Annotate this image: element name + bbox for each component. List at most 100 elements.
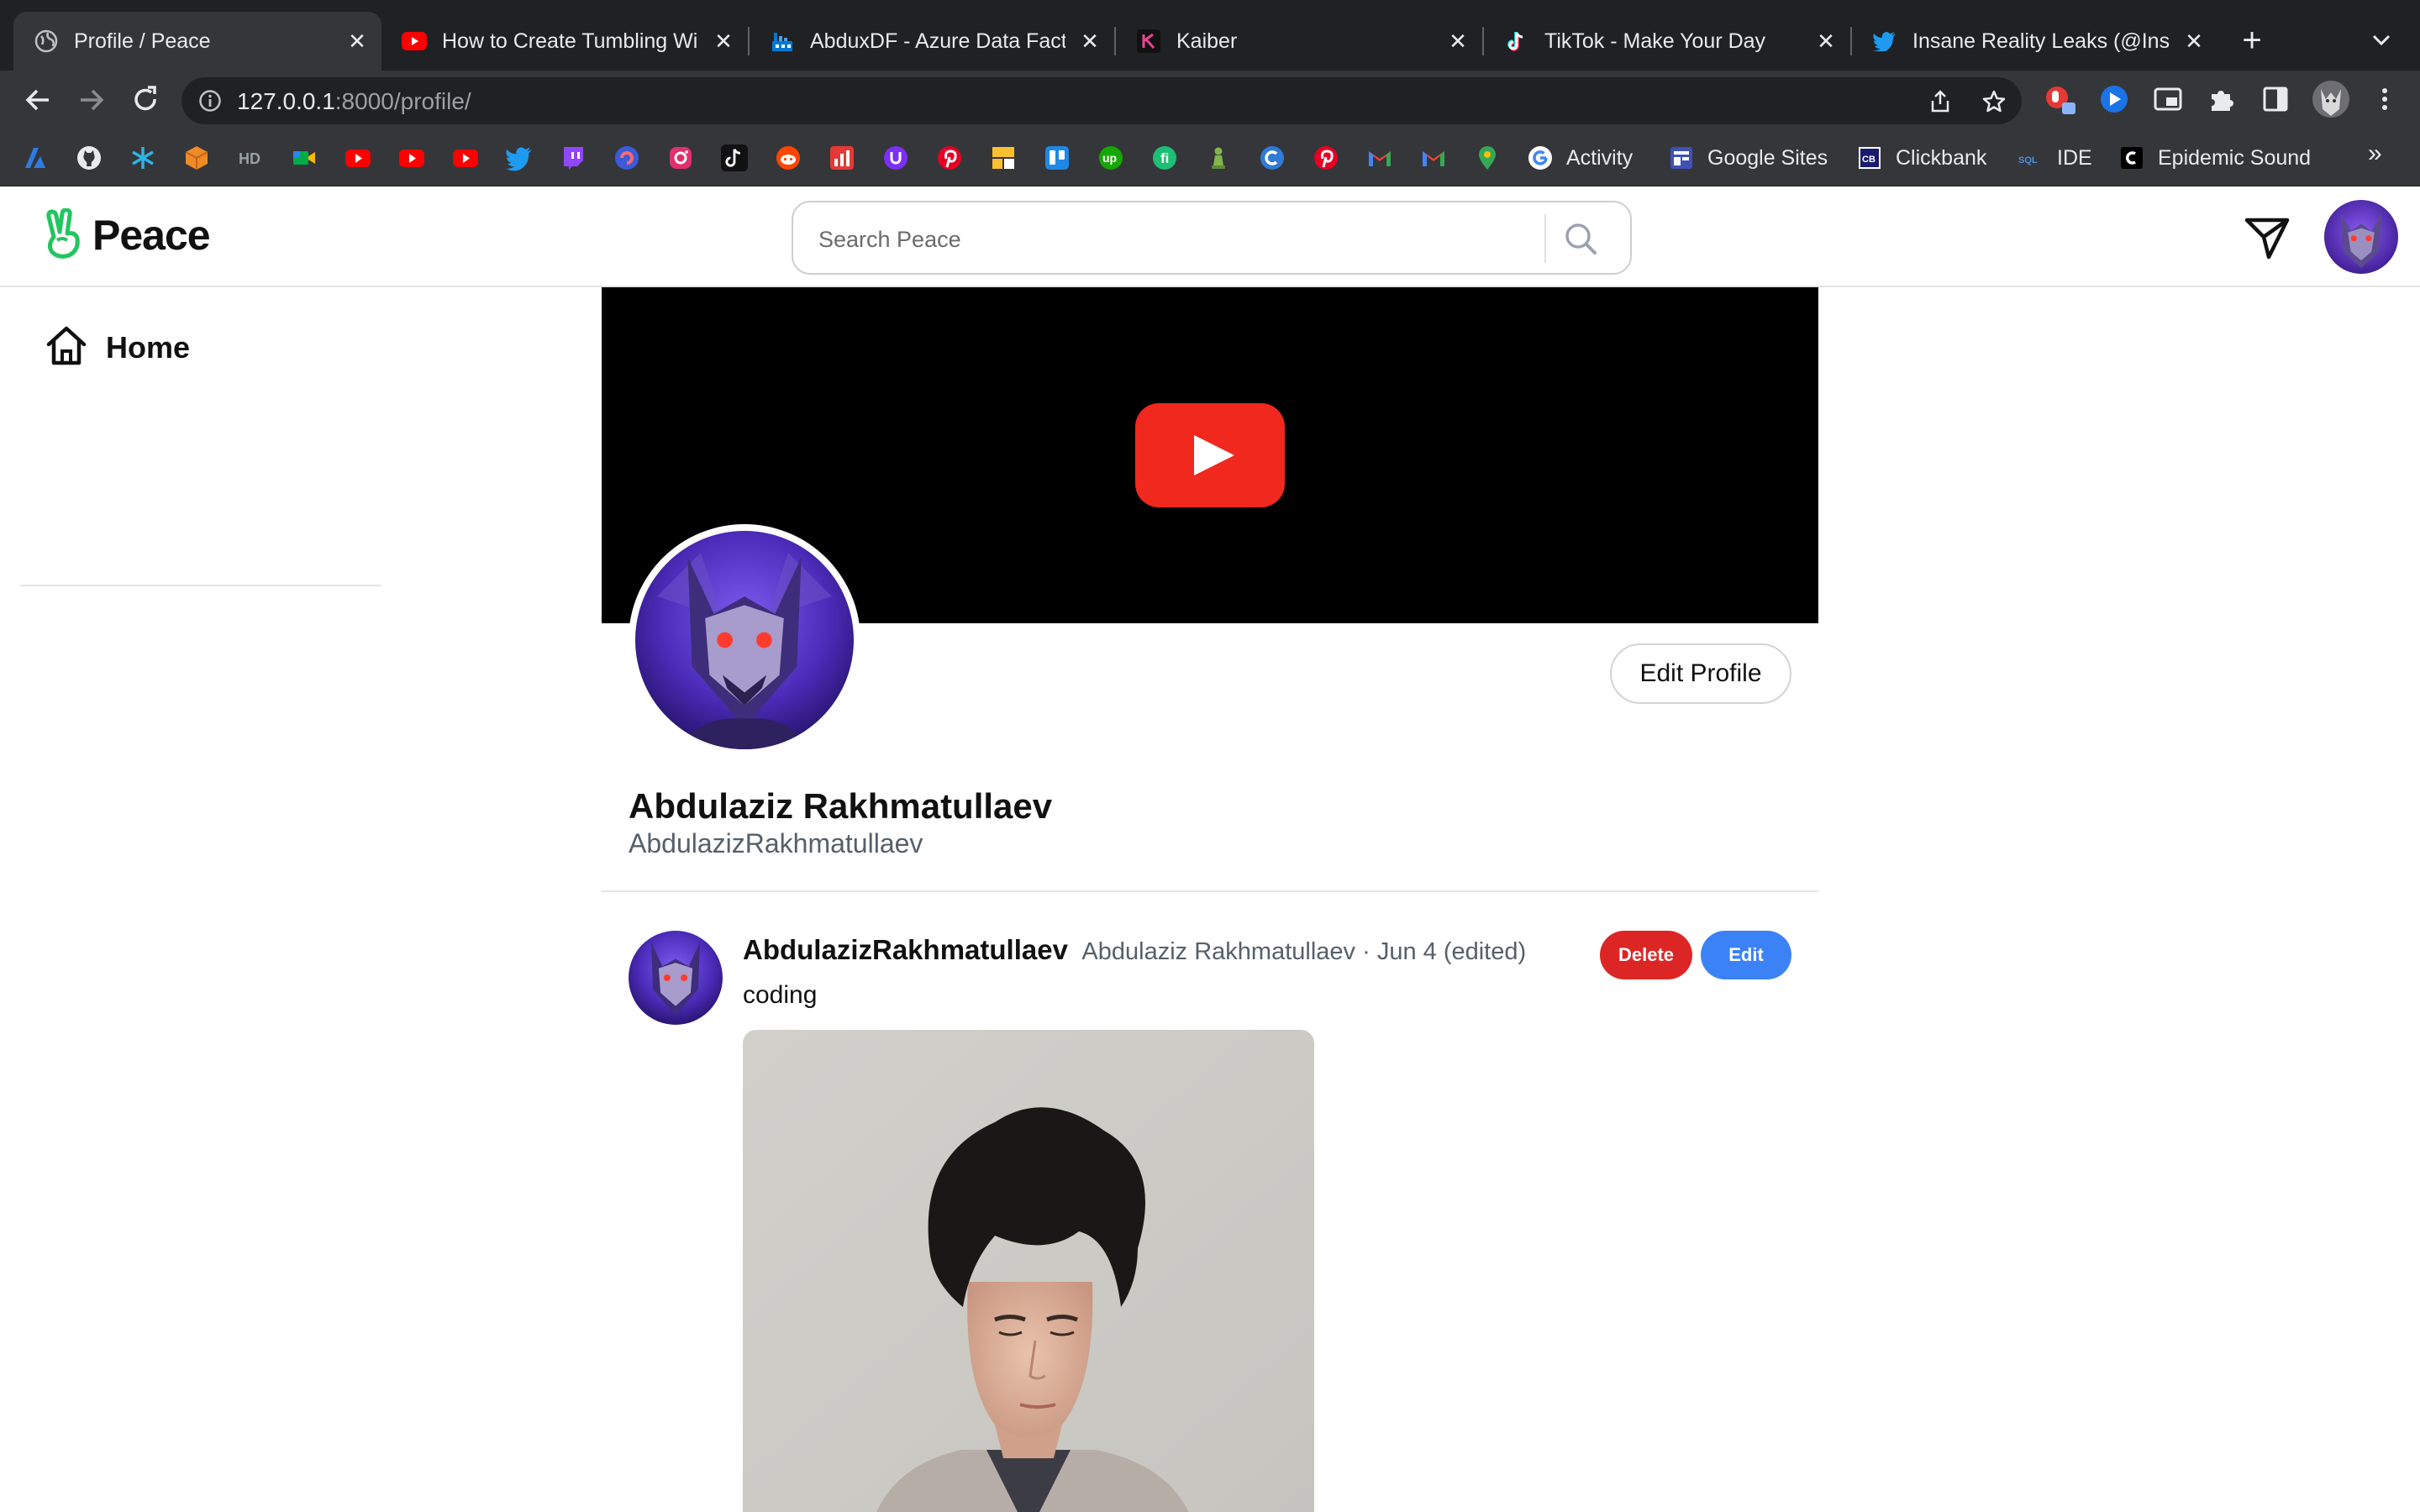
bookmark-ide[interactable]: SQL IDE (2018, 141, 2092, 175)
close-tab-icon[interactable]: ✕ (1813, 29, 1839, 54)
bookmark-twitch-icon[interactable] (560, 144, 587, 171)
search-input[interactable] (818, 223, 1474, 256)
bookmark-pinterest-icon[interactable] (936, 144, 963, 171)
bookmark-instagram-icon[interactable] (667, 144, 694, 171)
reload-icon[interactable] (128, 82, 163, 118)
svg-text:HD: HD (239, 150, 260, 167)
post-author-avatar[interactable] (629, 931, 723, 1025)
bookmark-meet-icon[interactable] (291, 144, 318, 171)
bookmark-upwork-icon[interactable]: up (1097, 144, 1124, 171)
share-icon[interactable] (1928, 89, 1953, 114)
bookmark-gmail-icon[interactable] (1420, 144, 1447, 171)
extension-record-icon[interactable] (2044, 82, 2077, 116)
youtube-play-icon[interactable] (1135, 403, 1285, 507)
bookmark-maps-icon[interactable] (1474, 144, 1501, 171)
bookmark-epidemic-sound[interactable]: Epidemic Sound (2119, 141, 2311, 175)
bookmark-tiktok-icon[interactable] (721, 144, 748, 171)
address-bar[interactable]: 127.0.0.1:8000/profile/ (182, 77, 2022, 124)
bookmark-app-icon[interactable] (613, 144, 640, 171)
browser-toolbar: 127.0.0.1:8000/profile/ (0, 71, 2420, 129)
edit-profile-button[interactable]: Edit Profile (1610, 643, 1791, 704)
profile-main: Edit Profile Abdulaziz Rakhmatullaev Abd… (602, 287, 1818, 1512)
bookmark-hd-icon[interactable]: HD (237, 144, 264, 171)
bookmark-label: Google Sites (1707, 145, 1828, 170)
bookmark-label: Activity (1566, 145, 1634, 170)
tab-title: AbduxDF - Azure Data Fact (810, 29, 1065, 53)
tab-twitter[interactable]: Insane Reality Leaks (@Insa ✕ (1852, 12, 2218, 71)
delete-post-button[interactable]: Delete (1600, 931, 1692, 979)
sidebar-divider (20, 585, 381, 586)
epidemic-sound-icon (2119, 145, 2144, 171)
tab-profile-peace[interactable]: Profile / Peace ✕ (13, 12, 381, 71)
send-message-icon[interactable] (2244, 217, 2291, 260)
close-tab-icon[interactable]: ✕ (345, 29, 370, 54)
tiktok-icon (1504, 29, 1529, 54)
bookmark-twitter-icon[interactable] (506, 144, 533, 171)
site-logo[interactable]: Peace (42, 207, 211, 260)
search-bar (792, 201, 1632, 275)
bookmark-pinterest-icon[interactable] (1313, 144, 1339, 171)
bookmark-trello-icon[interactable] (1044, 144, 1071, 171)
profile-avatar-icon[interactable] (2312, 81, 2349, 118)
google-icon (1528, 145, 1553, 171)
close-tab-icon[interactable]: ✕ (711, 29, 736, 54)
search-icon[interactable] (1560, 218, 1603, 261)
tab-azure-data-factory[interactable]: AbduxDF - Azure Data Fact ✕ (750, 12, 1114, 71)
bookmark-label: IDE (2057, 145, 2092, 170)
site-info-icon[interactable] (198, 89, 222, 113)
edit-post-button[interactable]: Edit (1701, 931, 1791, 979)
tab-tiktok[interactable]: TikTok - Make Your Day ✕ (1484, 12, 1850, 71)
close-tab-icon[interactable]: ✕ (1445, 29, 1470, 54)
user-avatar[interactable] (2324, 200, 2398, 274)
tab-title: Profile / Peace (74, 29, 211, 53)
svg-text:fi: fi (1160, 150, 1169, 166)
bookmark-snowflake-icon[interactable] (129, 144, 156, 171)
bookmark-youtube-icon[interactable] (398, 144, 425, 171)
bookmark-reddit-icon[interactable] (775, 144, 802, 171)
sidebar-item-home[interactable]: Home (45, 324, 190, 371)
bookmark-youtube-icon[interactable] (452, 144, 479, 171)
post-author-username[interactable]: AbdulazizRakhmatullaev (743, 934, 1068, 965)
bookmark-yellow-blocks-icon[interactable] (990, 144, 1017, 171)
bookmark-activity[interactable]: Activity (1528, 141, 1633, 175)
forward-arrow-icon[interactable] (74, 82, 109, 118)
bookmark-u-icon[interactable] (882, 144, 909, 171)
tab-title: How to Create Tumbling Wi (442, 29, 698, 53)
more-bookmarks-chevron[interactable]: » (2368, 139, 2382, 168)
extension-picture-icon[interactable] (2151, 82, 2185, 116)
bookmark-azure-icon[interactable] (22, 144, 49, 171)
browser-tab-strip: Profile / Peace ✕ How to Create Tumbling… (0, 0, 2420, 71)
bookmark-canva-icon[interactable] (1259, 144, 1286, 171)
site-header: Peace (0, 186, 2420, 287)
web-page: Peace Home (0, 186, 2420, 1512)
browser-menu-icon[interactable] (2368, 82, 2402, 116)
bookmark-chart-icon[interactable] (829, 144, 855, 171)
extensions-puzzle-icon[interactable] (2205, 82, 2238, 116)
new-tab-button[interactable]: + (2235, 24, 2269, 57)
bookmark-github-icon[interactable] (76, 144, 103, 171)
sidebar-item-label: Home (106, 330, 191, 365)
bookmark-chess-icon[interactable] (1205, 144, 1232, 171)
tab-youtube[interactable]: How to Create Tumbling Wi ✕ (381, 12, 748, 71)
post-meta: AbdulazizRakhmatullaev Abdulaziz Rakhmat… (743, 934, 1526, 966)
bookmark-box-icon[interactable] (183, 144, 210, 171)
tab-search-chevron-icon[interactable] (2366, 25, 2396, 55)
profile-avatar[interactable] (629, 524, 860, 756)
close-tab-icon[interactable]: ✕ (2181, 29, 2207, 54)
post-image[interactable] (743, 1030, 1314, 1512)
bookmark-clickbank[interactable]: CB Clickbank (1857, 141, 1986, 175)
side-panel-icon[interactable] (2259, 82, 2292, 116)
extension-circle-play-icon[interactable] (2097, 82, 2131, 116)
bookmark-youtube-icon[interactable] (345, 144, 371, 171)
bookmark-gmail-icon[interactable] (1366, 144, 1393, 171)
profile-avatar-image (635, 531, 854, 749)
bookmark-fiverr-icon[interactable]: fi (1151, 144, 1178, 171)
tab-kaiber[interactable]: Kaiber ✕ (1116, 12, 1482, 71)
back-arrow-icon[interactable] (20, 82, 55, 118)
bookmark-star-icon[interactable] (1981, 89, 2007, 114)
globe-icon (34, 29, 59, 54)
home-icon (45, 326, 87, 370)
search-divider (1544, 214, 1546, 263)
bookmark-google-sites[interactable]: Google Sites (1669, 141, 1828, 175)
close-tab-icon[interactable]: ✕ (1077, 29, 1102, 54)
